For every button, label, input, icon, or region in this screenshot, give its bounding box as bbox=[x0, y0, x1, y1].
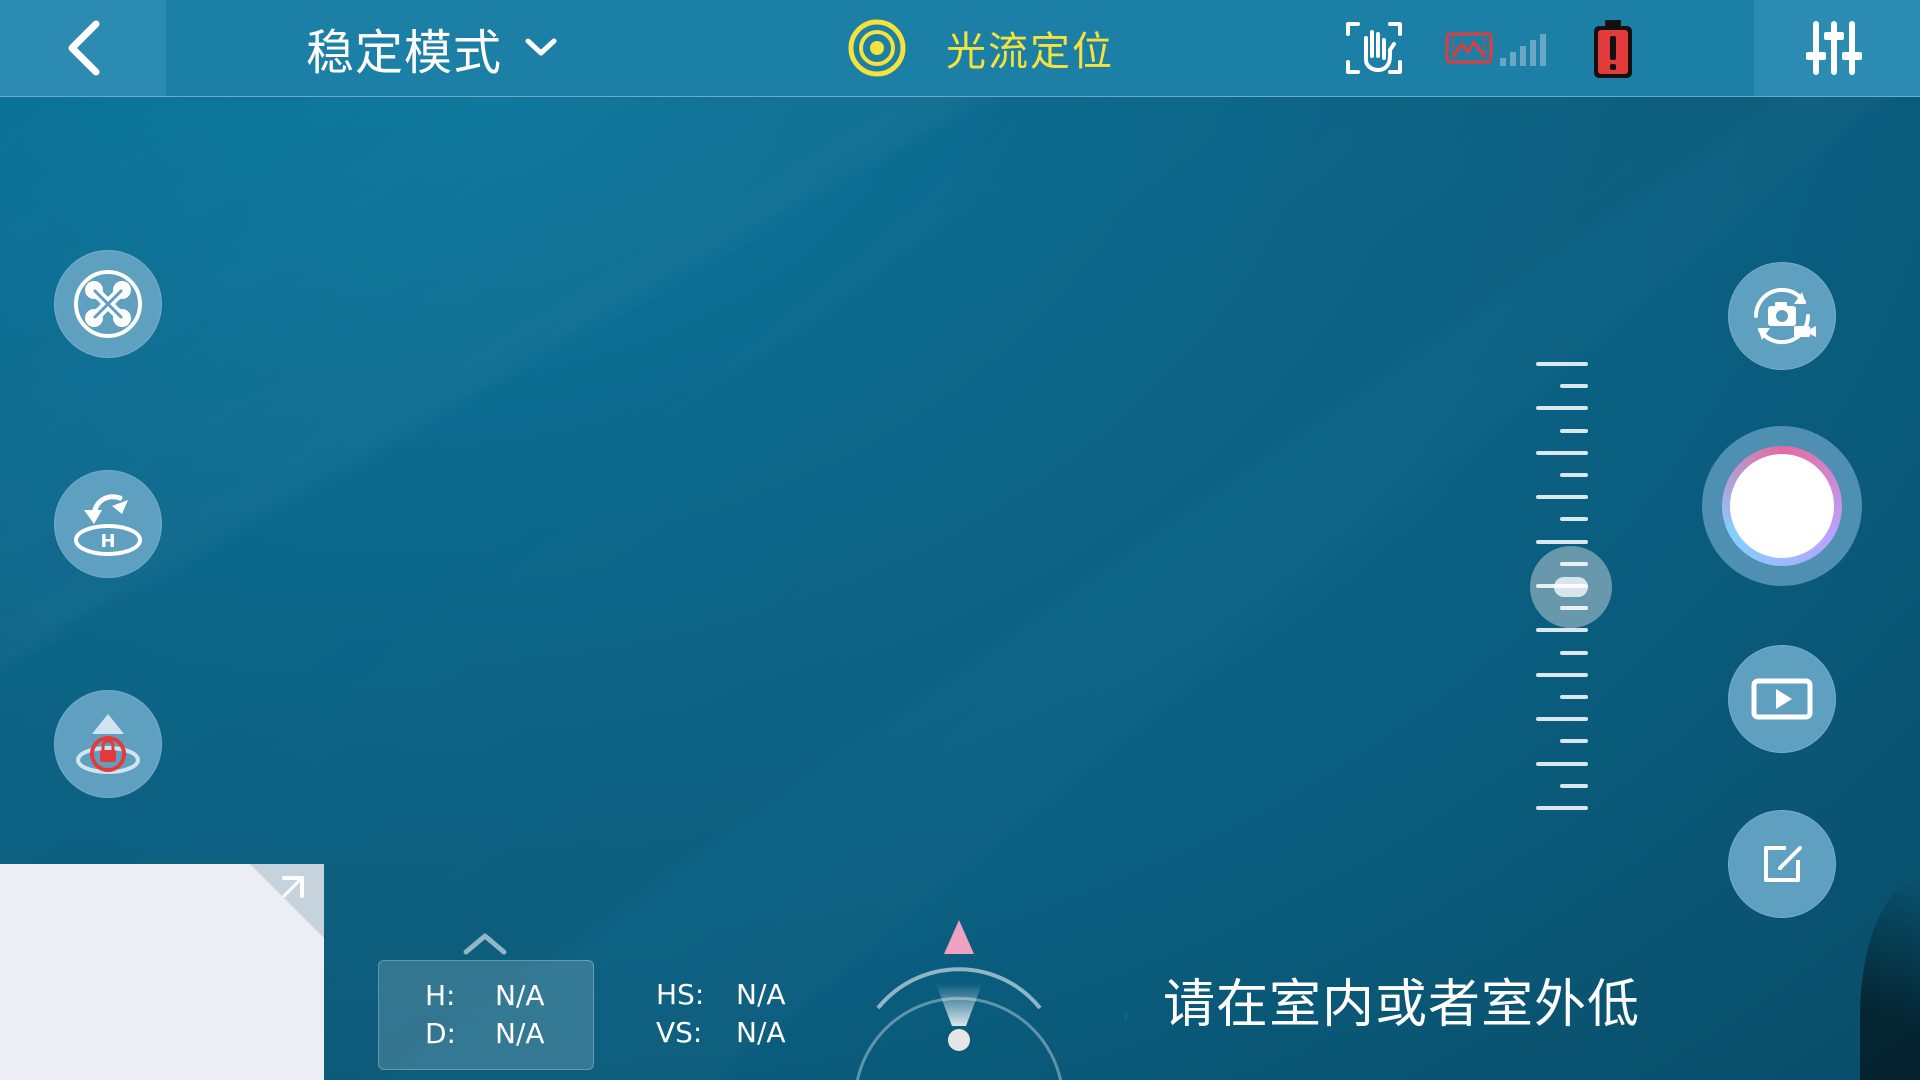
vertical-speed-row: VS: N/A bbox=[656, 1016, 816, 1049]
vertical-speed-value: N/A bbox=[736, 1016, 786, 1049]
height-value: N/A bbox=[495, 979, 545, 1012]
distance-value: N/A bbox=[495, 1017, 545, 1050]
altitude-lock-icon bbox=[76, 714, 140, 774]
slider-tick bbox=[1536, 762, 1588, 766]
camera-video-switch-icon bbox=[1753, 287, 1816, 345]
distance-label: D: bbox=[425, 1017, 456, 1050]
slider-tick bbox=[1560, 562, 1588, 566]
slider-tick bbox=[1536, 495, 1588, 499]
slider-tick bbox=[1560, 384, 1588, 388]
propeller-stop-icon bbox=[74, 270, 142, 338]
slider-tick bbox=[1536, 584, 1588, 588]
back-button[interactable] bbox=[0, 0, 166, 96]
positioning-status[interactable]: 光流定位 bbox=[846, 18, 1114, 78]
settings-button[interactable] bbox=[1754, 0, 1920, 96]
horizontal-speed-row: HS: N/A bbox=[656, 978, 816, 1011]
gimbal-slider[interactable] bbox=[1530, 362, 1630, 812]
distance-row: D: N/A bbox=[425, 1017, 575, 1050]
slider-tick bbox=[1560, 739, 1588, 743]
shutter-button[interactable] bbox=[1702, 426, 1862, 586]
slider-tick bbox=[1560, 695, 1588, 699]
height-row: H: N/A bbox=[425, 979, 575, 1012]
corner-shadow bbox=[1860, 880, 1920, 1080]
vertical-speed-label: VS: bbox=[656, 1016, 703, 1049]
slider-tick bbox=[1560, 473, 1588, 477]
slider-tick bbox=[1536, 806, 1588, 810]
slider-tick bbox=[1560, 429, 1588, 433]
drone-camera-app: 稳定模式 光流定位 H H: N/A D: N/A HS: N/A VS: N/… bbox=[0, 0, 1920, 1080]
slider-tick bbox=[1536, 628, 1588, 632]
slider-tick bbox=[1536, 673, 1588, 677]
shutter-ring bbox=[1722, 446, 1842, 566]
mini-map-panel[interactable] bbox=[0, 864, 324, 1080]
top-bar: 稳定模式 光流定位 bbox=[0, 0, 1920, 97]
slider-tick bbox=[1560, 784, 1588, 788]
edit-icon bbox=[1764, 846, 1802, 882]
positioning-label: 光流定位 bbox=[946, 29, 1114, 75]
battery-warning-icon bbox=[1594, 20, 1632, 78]
return-home-button[interactable]: H bbox=[54, 470, 162, 578]
playback-icon bbox=[1751, 678, 1813, 720]
compass-indicator bbox=[855, 920, 1063, 1080]
flight-mode-dropdown[interactable]: 稳定模式 bbox=[306, 18, 558, 81]
video-signal-icon bbox=[1445, 32, 1546, 66]
propeller-stop-button[interactable] bbox=[54, 250, 162, 358]
chevron-down-icon bbox=[525, 38, 557, 56]
flight-mode-label: 稳定模式 bbox=[306, 25, 503, 81]
slider-tick bbox=[1536, 540, 1588, 544]
target-rings-icon bbox=[848, 19, 906, 77]
notice-message: ，请在室内或者室外低 bbox=[1124, 970, 1689, 1040]
playback-button[interactable] bbox=[1728, 645, 1836, 753]
slider-tick bbox=[1560, 651, 1588, 655]
chevron-left-icon bbox=[68, 20, 100, 76]
sliders-icon bbox=[1806, 21, 1862, 75]
shutter-core bbox=[1730, 454, 1834, 558]
expand-corner-icon[interactable] bbox=[250, 864, 324, 938]
edit-button[interactable] bbox=[1728, 810, 1836, 918]
slider-tick bbox=[1536, 362, 1588, 366]
north-arrow-icon bbox=[944, 920, 974, 954]
slider-tick bbox=[1536, 451, 1588, 455]
telemetry-box: H: N/A D: N/A bbox=[378, 960, 594, 1070]
altitude-lock-button[interactable] bbox=[54, 690, 162, 798]
notice-text: ，请在室内或者室外低 bbox=[1124, 975, 1641, 1035]
slider-tick bbox=[1560, 606, 1588, 610]
chevron-up-icon[interactable] bbox=[462, 930, 508, 956]
return-home-icon: H bbox=[74, 494, 142, 556]
horizontal-speed-label: HS: bbox=[656, 978, 705, 1011]
slider-tick bbox=[1536, 406, 1588, 410]
svg-text:H: H bbox=[100, 531, 115, 552]
slider-tick bbox=[1560, 517, 1588, 521]
hand-gesture-icon[interactable] bbox=[1342, 16, 1406, 80]
slider-tick bbox=[1536, 717, 1588, 721]
horizontal-speed-value: N/A bbox=[736, 978, 786, 1011]
camera-mode-switch-button[interactable] bbox=[1728, 262, 1836, 370]
height-label: H: bbox=[425, 979, 456, 1012]
